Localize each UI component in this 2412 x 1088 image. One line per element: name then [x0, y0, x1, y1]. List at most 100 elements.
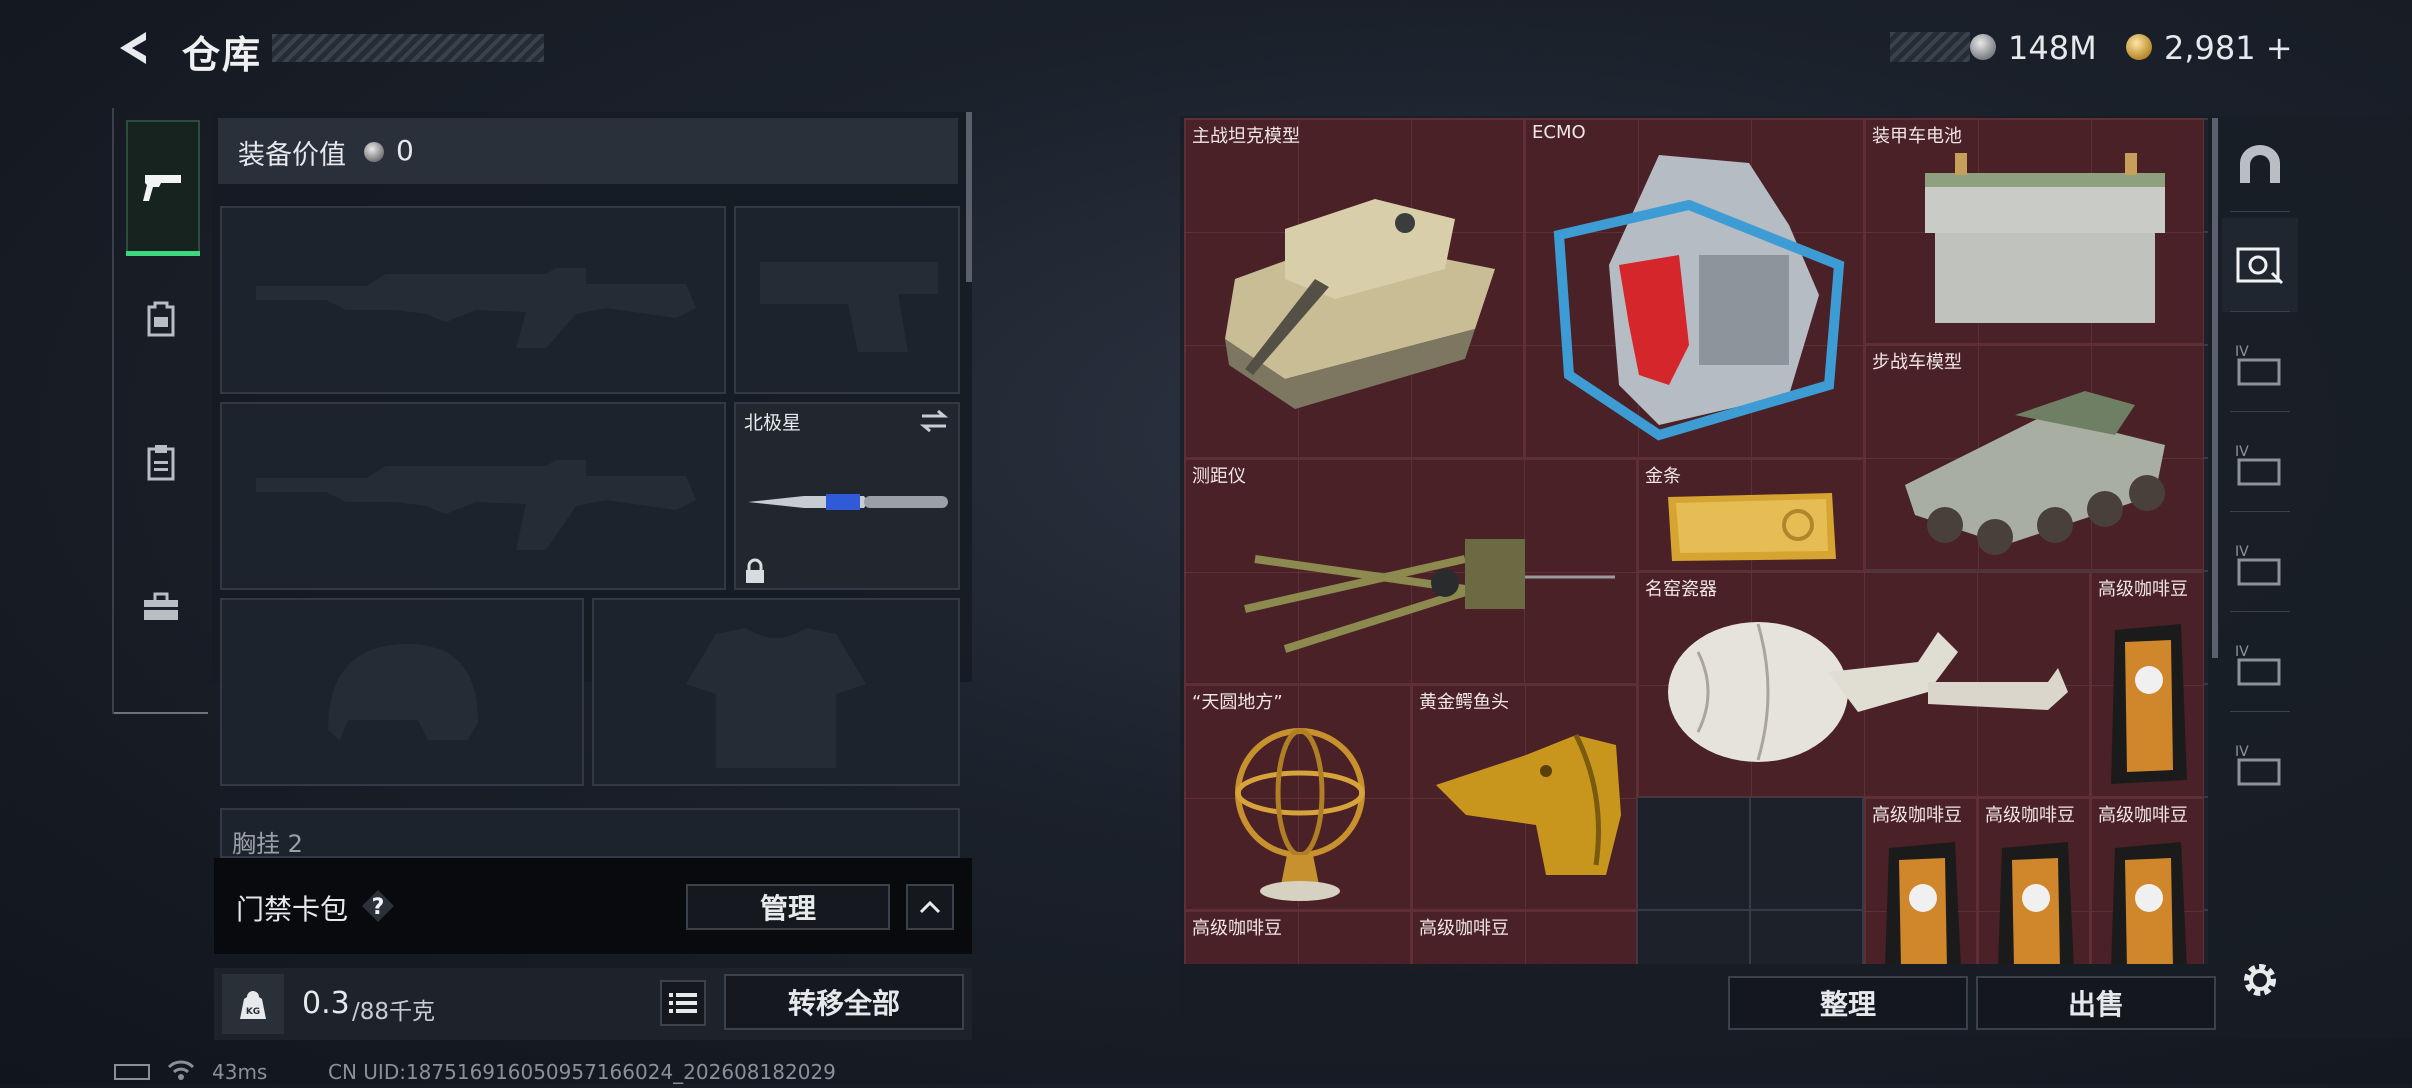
armor-slot[interactable]	[592, 598, 960, 786]
back-arrow-icon[interactable]	[112, 26, 156, 70]
clipboard-icon	[147, 445, 175, 481]
item-coffee-beans[interactable]: 高级咖啡豆	[2090, 797, 2204, 964]
tab-storage-iv-2[interactable]: IV	[2222, 418, 2298, 512]
battery-item-icon	[1925, 153, 2165, 323]
silver-coin-icon	[364, 142, 384, 162]
tab-storage-crate[interactable]	[2222, 218, 2298, 312]
tab-storage-iv-3[interactable]: IV	[2222, 518, 2298, 612]
wifi-signal-icon	[167, 1060, 195, 1080]
kettlebell-icon: KG	[240, 991, 266, 1019]
silver-amount: 148M	[2008, 29, 2097, 67]
stash-arch-icon	[2240, 145, 2280, 183]
battery-icon	[114, 1064, 150, 1080]
vase-icon	[1668, 622, 2068, 762]
pistol-slot[interactable]	[734, 206, 960, 394]
weight-max: /88千克	[352, 999, 436, 1025]
chest-rig-title: 胸挂	[232, 830, 280, 858]
item-rangefinder[interactable]: 测距仪	[1184, 458, 1637, 684]
page-title: 仓库	[182, 33, 263, 77]
gold-coin-icon	[2126, 34, 2152, 60]
coffee-bag-icon	[2111, 624, 2187, 784]
equipment-scrollbar[interactable]	[966, 112, 972, 282]
gear-icon[interactable]	[2238, 958, 2282, 1002]
item-coffee-beans[interactable]: 高级咖啡豆	[1184, 910, 1411, 964]
knife-icon	[748, 494, 948, 510]
currency-decoration	[1890, 32, 1970, 62]
gold-amount: 2,981	[2164, 29, 2256, 67]
item-armillary-sphere[interactable]: “天圆地方”	[1184, 684, 1411, 910]
storage-iv-icon: IV	[2235, 344, 2281, 386]
equipment-value-label: 装备价值	[238, 140, 346, 171]
chevron-up-icon	[919, 900, 941, 914]
user-uid: CN UID:18751691605095716602​4_2026081820…	[328, 1060, 836, 1084]
item-gold-crocodile-head[interactable]: 黄金鳄鱼头	[1411, 684, 1637, 910]
manage-button[interactable]: 管理	[686, 884, 890, 930]
rifle-silhouette-icon	[256, 460, 696, 550]
chest-rig-slot[interactable]: 胸挂 2	[220, 808, 960, 858]
item-porcelain[interactable]: 名窑瓷器	[1637, 571, 2090, 797]
armillary-sphere-icon	[1235, 728, 1365, 901]
tab-separator	[2230, 611, 2290, 612]
iv-label: IV	[2235, 444, 2249, 460]
item-name: 步战车模型	[1872, 352, 1962, 373]
storage-scrollbar[interactable]	[2212, 118, 2218, 658]
list-view-button[interactable]	[660, 980, 706, 1026]
item-tank-model[interactable]: 主战坦克模型	[1184, 118, 1524, 458]
ecmo-machine-icon	[1553, 155, 1845, 441]
swap-icon[interactable]	[918, 408, 950, 434]
tab-separator	[2230, 511, 2290, 512]
tab-stash[interactable]	[2222, 118, 2298, 212]
topup-plus-icon[interactable]: +	[2266, 29, 2293, 67]
item-name: 主战坦克模型	[1192, 126, 1300, 147]
transfer-all-button[interactable]: 转移全部	[724, 974, 964, 1030]
weight-icon: KG	[222, 974, 284, 1034]
primary-weapon-slot-1[interactable]	[220, 206, 726, 394]
pistol-icon	[143, 175, 181, 201]
list-icon	[669, 993, 697, 1013]
storage-iv-icon: IV	[2235, 544, 2281, 586]
coffee-bag-icon	[2111, 842, 2187, 964]
item-coffee-beans[interactable]: 高级咖啡豆	[1864, 797, 1977, 964]
item-gold-bar[interactable]: 金条	[1637, 458, 1864, 571]
tab-separator	[2230, 311, 2290, 312]
tab-storage-iv-4[interactable]: IV	[2222, 618, 2298, 712]
tab-toolbox[interactable]	[126, 542, 196, 672]
tank-icon	[1225, 199, 1495, 409]
item-ifv-model[interactable]: 步战车模型	[1864, 344, 2204, 570]
iv-label: IV	[2235, 544, 2249, 560]
tab-separator	[2230, 411, 2290, 412]
help-glyph: ?	[372, 895, 385, 920]
item-name: “天圆地方”	[1192, 692, 1283, 713]
gold-amount-topup[interactable]: 2,981 +	[2164, 29, 2293, 67]
primary-weapon-slot-2[interactable]	[220, 402, 726, 590]
equipment-panel	[212, 112, 972, 682]
tab-storage-iv-5[interactable]: IV	[2222, 718, 2298, 812]
item-name: 高级咖啡豆	[1985, 805, 2075, 826]
helmet-slot[interactable]	[220, 598, 584, 786]
collapse-button[interactable]	[906, 884, 954, 930]
help-icon[interactable]: ?	[360, 888, 396, 924]
item-armored-battery[interactable]: 装甲车电池	[1864, 118, 2204, 344]
sell-button[interactable]: 出售	[1976, 976, 2216, 1030]
item-coffee-beans[interactable]: 高级咖啡豆	[2090, 571, 2204, 797]
chest-rig-label: 胸挂 2	[232, 824, 303, 859]
storage-grid[interactable]: 主战坦克模型 ECMO 装甲车电池 步战车模型 测距仪 金条 名窑瓷器 高级咖啡…	[1184, 118, 2208, 964]
organize-button[interactable]: 整理	[1728, 976, 1968, 1030]
item-coffee-beans[interactable]: 高级咖啡豆	[1411, 910, 1637, 964]
kg-text: KG	[246, 1007, 260, 1017]
melee-slot[interactable]: 北极星	[734, 402, 960, 590]
item-ecmo[interactable]: ECMO	[1524, 118, 1864, 458]
item-name: 高级咖啡豆	[2098, 579, 2188, 600]
item-coffee-beans[interactable]: 高级咖啡豆	[1977, 797, 2090, 964]
keycard-label: 门禁卡包	[236, 893, 349, 926]
tab-weapons[interactable]	[126, 120, 200, 256]
tab-storage-iv-1[interactable]: IV	[2222, 318, 2298, 412]
tab-clipboard[interactable]	[126, 398, 196, 528]
tab-backpack[interactable]	[126, 254, 196, 384]
item-name: 高级咖啡豆	[1192, 918, 1282, 939]
iv-label: IV	[2235, 644, 2249, 660]
chest-rig-count: 2	[287, 830, 303, 858]
storage-iv-icon: IV	[2235, 744, 2281, 786]
lock-icon	[746, 558, 764, 583]
storage-iv-icon: IV	[2235, 444, 2281, 486]
